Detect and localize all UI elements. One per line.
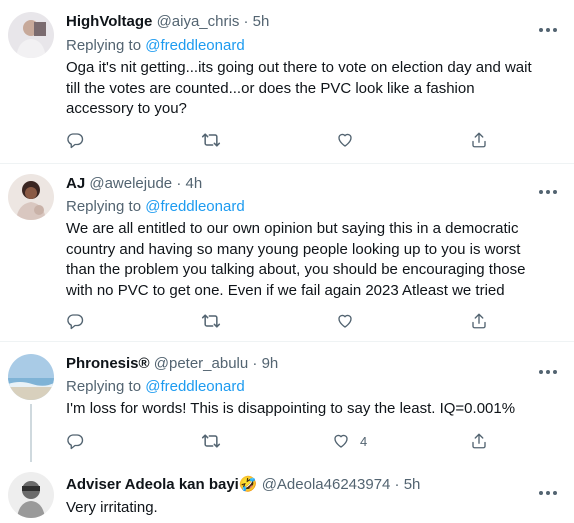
thread-line [30, 404, 32, 462]
more-icon[interactable] [538, 20, 558, 32]
replying-to-link[interactable]: @freddleonard [145, 198, 244, 215]
avatar[interactable] [8, 12, 54, 58]
reply-icon [67, 133, 84, 149]
more-icon[interactable] [538, 362, 558, 374]
user-handle[interactable]: @Adeola46243974 [262, 476, 391, 493]
tweet[interactable]: HighVoltage @aiya_chris · 5h Replying to… [0, 0, 574, 163]
share-icon [472, 313, 486, 329]
replying-label: Replying to [66, 37, 142, 54]
retweet-button[interactable] [201, 311, 221, 331]
retweet-button[interactable] [201, 431, 221, 451]
retweet-icon [201, 434, 221, 448]
share-button[interactable] [470, 311, 488, 331]
separator-dot: · [176, 175, 182, 192]
like-button[interactable] [336, 130, 364, 150]
tweet-text: We are all entitled to our own opinion b… [66, 220, 526, 299]
like-icon [338, 133, 352, 147]
tweet-actions [66, 130, 496, 150]
like-count: 4 [360, 433, 368, 449]
reply-button[interactable] [66, 130, 84, 150]
display-name[interactable]: AJ [66, 175, 85, 192]
tweet[interactable]: AJ @awelejude · 4h Replying to @freddleo… [0, 164, 574, 341]
tweet-actions: 4 [66, 431, 496, 451]
share-icon [472, 132, 486, 148]
replying-label: Replying to [66, 198, 142, 215]
tweet-text: I'm loss for words! This is disappointin… [66, 400, 516, 417]
retweet-icon [201, 133, 221, 147]
timestamp[interactable]: 5h [253, 13, 270, 30]
share-icon [472, 433, 486, 449]
share-button[interactable] [470, 431, 488, 451]
display-name[interactable]: HighVoltage [66, 13, 152, 30]
avatar[interactable] [8, 472, 54, 518]
tweet[interactable]: Phronesis® @peter_abulu · 9h Replying to… [0, 342, 574, 462]
tweet[interactable]: Adviser Adeola kan bayi🤣 @Adeola46243974… [0, 462, 574, 523]
like-button[interactable]: 4 [332, 431, 367, 451]
avatar[interactable] [8, 354, 54, 400]
like-button[interactable] [336, 311, 364, 331]
timestamp[interactable]: 4h [185, 175, 202, 192]
like-icon [338, 314, 352, 328]
separator-dot: · [394, 476, 400, 493]
tweet-actions [66, 311, 496, 331]
reply-icon [67, 314, 84, 330]
reply-button[interactable] [66, 311, 84, 331]
replying-label: Replying to [66, 378, 142, 395]
user-handle[interactable]: @aiya_chris [157, 13, 240, 30]
timestamp[interactable]: 5h [404, 476, 421, 493]
replying-to-link[interactable]: @freddleonard [145, 37, 244, 54]
user-handle[interactable]: @awelejude [89, 175, 172, 192]
timestamp[interactable]: 9h [262, 355, 279, 372]
more-icon[interactable] [538, 483, 558, 495]
separator-dot: · [252, 355, 258, 372]
display-name[interactable]: Adviser Adeola kan bayi🤣 [66, 476, 258, 493]
replying-to-link[interactable]: @freddleonard [145, 378, 244, 395]
share-button[interactable] [470, 130, 488, 150]
reply-icon [67, 434, 84, 450]
retweet-button[interactable] [201, 130, 221, 150]
separator-dot: · [243, 13, 249, 30]
tweet-text: Very irritating. [66, 499, 158, 516]
reply-button[interactable] [66, 431, 84, 451]
display-name[interactable]: Phronesis® [66, 355, 150, 372]
avatar[interactable] [8, 174, 54, 220]
retweet-icon [201, 314, 221, 328]
like-icon [334, 434, 348, 448]
tweet-text: Oga it's nit getting...its going out the… [66, 59, 532, 117]
user-handle[interactable]: @peter_abulu [154, 355, 248, 372]
more-icon[interactable] [538, 182, 558, 194]
